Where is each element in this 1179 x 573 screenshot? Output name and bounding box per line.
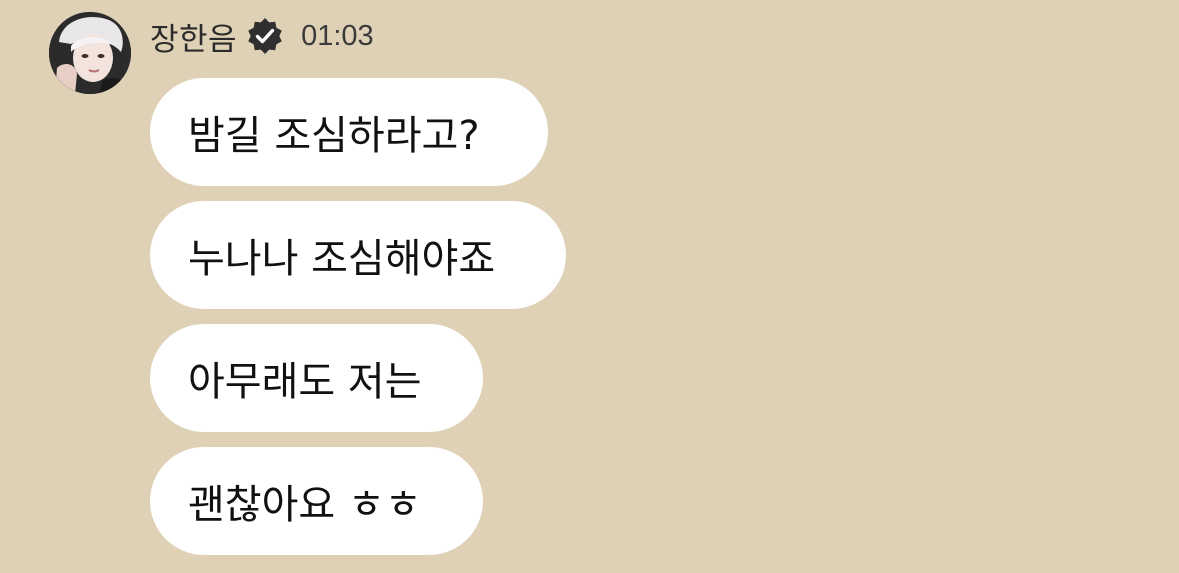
message-bubble[interactable]: 누나나 조심해야죠 <box>150 201 566 309</box>
avatar-photo <box>49 12 131 94</box>
message-bubble[interactable]: 괜찮아요 ㅎㅎ <box>150 447 483 555</box>
message-bubble[interactable]: 밤길 조심하라고? <box>150 78 548 186</box>
message-header: 장한음 01:03 <box>150 14 374 58</box>
sender-avatar[interactable] <box>49 12 131 94</box>
message-text: 누나나 조심해야죠 <box>188 236 496 282</box>
message-text: 괜찮아요 ㅎㅎ <box>188 482 422 528</box>
message-text: 아무래도 저는 <box>188 359 422 405</box>
sender-name[interactable]: 장한음 <box>150 14 237 59</box>
verified-badge-icon <box>245 16 285 56</box>
message-time: 01:03 <box>301 19 374 52</box>
message-bubble[interactable]: 아무래도 저는 <box>150 324 483 432</box>
message-text: 밤길 조심하라고? <box>188 113 480 159</box>
